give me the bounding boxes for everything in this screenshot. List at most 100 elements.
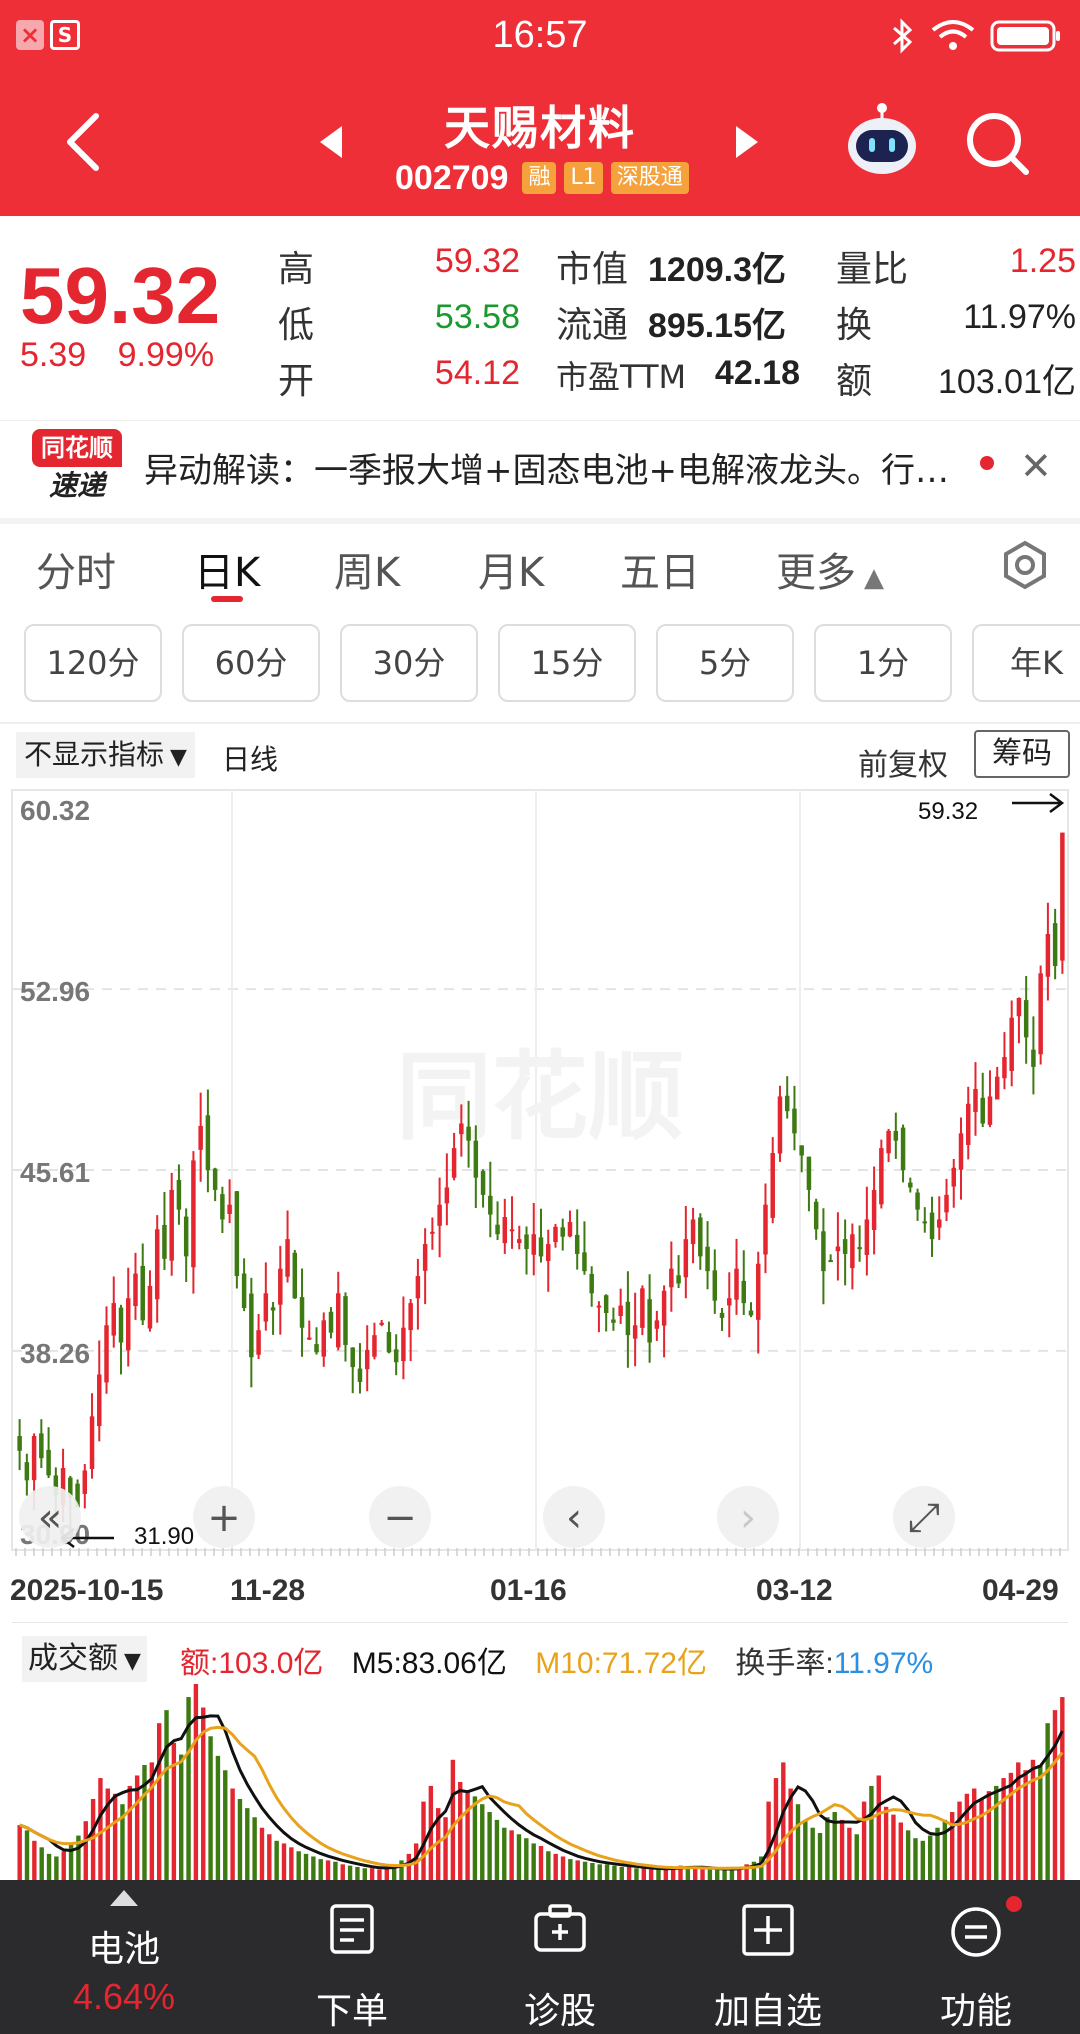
period-60min[interactable]: 60分 (182, 624, 320, 702)
candle (350, 1347, 355, 1368)
zoom-out-icon[interactable]: − (369, 1486, 431, 1548)
volume-bar (847, 1827, 852, 1880)
volume-bar (994, 1785, 999, 1880)
news-logo: 同花顺 速递 (32, 429, 122, 505)
next-stock-icon[interactable] (734, 124, 760, 160)
add-watchlist-button[interactable]: 加自选 (668, 1880, 868, 2034)
fullscreen-icon[interactable]: ⤢ (893, 1486, 955, 1548)
period-30min[interactable]: 30分 (340, 624, 478, 702)
battery-sector-button[interactable]: 电池 4.64% (24, 1880, 224, 2034)
candle (509, 1229, 515, 1232)
value-pe-ttm: 42.18 (714, 354, 800, 392)
tag-connect: 深股通 (610, 162, 689, 194)
period-15min[interactable]: 15分 (498, 624, 636, 702)
candle (285, 1239, 290, 1277)
volume-bar (487, 1812, 492, 1880)
sector-change: 4.64% (72, 1976, 176, 2017)
min-annotation: 31.90 (134, 1523, 194, 1550)
kline-chart[interactable]: 60.3252.9645.6138.2630.90同花顺59.3231.90«+… (0, 780, 1080, 1570)
svg-text:›: › (740, 1495, 756, 1541)
candle (459, 1123, 464, 1135)
volume-bar (179, 1754, 184, 1880)
period-120min[interactable]: 120分 (24, 624, 162, 702)
candle (328, 1311, 334, 1333)
candle (922, 1221, 928, 1224)
y-tick-label: 52.96 (20, 976, 90, 1007)
next-icon[interactable]: › (717, 1486, 779, 1548)
tab-daily-k[interactable]: 日K (194, 540, 260, 598)
label-high: 高 (278, 249, 315, 290)
volume-bar (575, 1860, 580, 1880)
sector-name: 电池 (87, 1929, 160, 1970)
candle (640, 1288, 645, 1328)
search-icon[interactable] (962, 108, 1032, 178)
candle (835, 1246, 841, 1252)
tab-more[interactable]: 更多 ▲ (776, 540, 884, 598)
candle (821, 1231, 826, 1272)
battery-icon (990, 20, 1060, 52)
volume-bar (1008, 1772, 1014, 1880)
tag-margin: 融 (522, 162, 557, 194)
tab-weekly-k[interactable]: 周K (334, 540, 400, 598)
candle (806, 1156, 812, 1190)
adjust-mode[interactable]: 前复权 (858, 740, 948, 784)
candle (719, 1312, 725, 1318)
candle (118, 1307, 124, 1343)
candle (125, 1298, 131, 1351)
zoom-in-icon[interactable]: + (193, 1486, 255, 1548)
volume-bar (215, 1755, 221, 1880)
collapse-left-icon[interactable]: « (19, 1486, 81, 1548)
volume-bar (450, 1759, 456, 1880)
volume-bar (1038, 1765, 1043, 1880)
svg-text:−: − (383, 1495, 417, 1541)
tab-intraday[interactable]: 分时 (36, 540, 116, 598)
diagnose-button[interactable]: 诊股 (460, 1880, 660, 2034)
candle (879, 1148, 884, 1205)
volume-bar (472, 1796, 478, 1880)
volume-bar (296, 1851, 301, 1880)
candle (263, 1293, 269, 1322)
volume-bar (1060, 1697, 1065, 1880)
volume-bar (267, 1834, 272, 1880)
svg-text:‹: ‹ (566, 1495, 582, 1541)
volume-bar (979, 1798, 984, 1880)
candle (647, 1299, 652, 1343)
news-logo-bottom: 速递 (48, 469, 105, 502)
candle (401, 1327, 406, 1362)
candle (582, 1252, 587, 1272)
code-row: 002709 融 L1 深股通 (395, 158, 689, 198)
candle (480, 1171, 486, 1195)
tab-five-day[interactable]: 五日 (620, 540, 700, 598)
period-year-k[interactable]: 年K (972, 624, 1080, 702)
prev-icon[interactable]: ‹ (543, 1486, 605, 1548)
volume-indicator-select[interactable]: 成交额 ▼ (22, 1636, 147, 1682)
candle (553, 1226, 558, 1243)
volume-bar (245, 1808, 250, 1880)
volume-bar (274, 1840, 279, 1880)
volume-bar (619, 1866, 624, 1880)
chips-button[interactable]: 筹码 (974, 730, 1070, 778)
indicator-select[interactable]: 不显示指标 ▼ (16, 732, 195, 778)
function-label: 功能 (939, 1991, 1012, 2032)
svg-text:⤢: ⤢ (908, 1495, 940, 1541)
period-1min[interactable]: 1分 (814, 624, 952, 702)
function-button[interactable]: 功能 (876, 1880, 1076, 2034)
candle (220, 1194, 225, 1220)
close-news-icon[interactable]: ✕ (1020, 444, 1052, 488)
tab-monthly-k[interactable]: 月K (478, 540, 544, 598)
candle (241, 1273, 247, 1309)
news-ticker[interactable]: 同花顺 速递 异动解读：一季报大增+固态电池+电解液龙头。行… (0, 420, 1080, 516)
settings-icon[interactable] (1000, 540, 1050, 590)
volume-bar (597, 1864, 602, 1880)
period-5min[interactable]: 5分 (656, 624, 794, 702)
volume-bar (333, 1861, 338, 1880)
legend-turnover-name: 换手率 (735, 1647, 826, 1680)
robot-assistant-icon[interactable] (842, 100, 922, 180)
candle (538, 1237, 544, 1257)
wifi-icon (931, 20, 975, 50)
order-button[interactable]: 下单 (252, 1880, 452, 2034)
candle (524, 1234, 529, 1249)
volume-bar (17, 1825, 22, 1880)
line-type: 日线 (222, 743, 279, 776)
stock-code: 002709 (395, 158, 509, 197)
